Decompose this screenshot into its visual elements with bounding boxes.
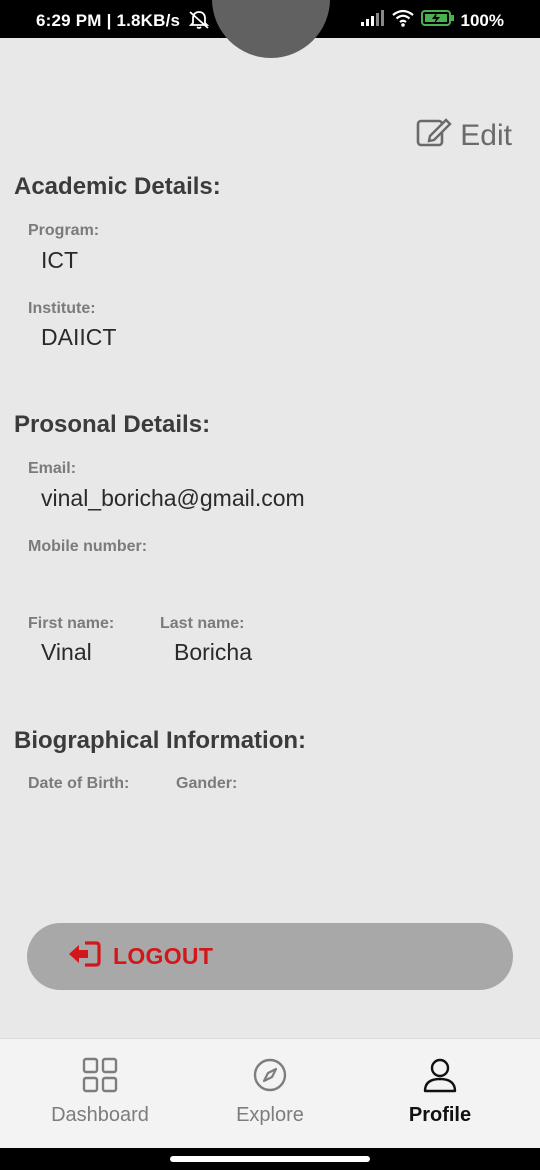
nav-dashboard-label: Dashboard (51, 1104, 149, 1126)
status-time: 6:29 PM | 1.8KB/s (36, 11, 181, 30)
gender-label: Gander: (176, 775, 238, 792)
mute-bell-icon (188, 10, 210, 35)
compass-icon (252, 1057, 288, 1098)
logout-label: LOGOUT (113, 943, 214, 969)
edit-button[interactable]: Edit (416, 117, 512, 154)
biographical-info-title: Biographical Information: (14, 727, 307, 754)
user-icon (422, 1057, 458, 1098)
battery-charging-icon (420, 9, 455, 32)
institute-value: DAIICT (41, 324, 117, 350)
logout-icon (69, 941, 101, 972)
gesture-bar-area (0, 1148, 540, 1170)
edit-label: Edit (460, 118, 512, 152)
nav-profile-label: Profile (408, 1104, 472, 1126)
avatar[interactable] (212, 0, 330, 58)
grid-icon (82, 1057, 118, 1098)
nav-explore-label: Explore (236, 1104, 304, 1126)
battery-percent: 100% (460, 10, 504, 30)
mobile-label: Mobile number: (28, 538, 148, 555)
institute-label: Institute: (28, 300, 96, 317)
dob-label: Date of Birth: (28, 775, 130, 792)
home-indicator[interactable] (170, 1156, 370, 1162)
email-label: Email: (28, 460, 77, 477)
program-value: ICT (41, 247, 79, 273)
wifi-icon (391, 9, 415, 32)
first-name-value: Vinal (41, 639, 92, 665)
logout-button[interactable]: LOGOUT (27, 923, 513, 990)
last-name-label: Last name: (160, 615, 245, 632)
nav-dashboard[interactable]: Dashboard (10, 1057, 190, 1127)
nav-explore[interactable]: Explore (180, 1057, 360, 1127)
edit-icon (416, 117, 452, 154)
bottom-nav: Dashboard Explore Profile (0, 1038, 540, 1148)
signal-icon (360, 10, 385, 31)
last-name-value: Boricha (174, 639, 252, 665)
first-name-label: First name: (28, 615, 115, 632)
nav-profile[interactable]: Profile (350, 1057, 530, 1127)
personal-details-title: Prosonal Details: (14, 411, 211, 438)
program-label: Program: (28, 222, 100, 239)
email-value: vinal_boricha@gmail.com (41, 485, 305, 511)
academic-details-title: Academic Details: (14, 173, 221, 200)
